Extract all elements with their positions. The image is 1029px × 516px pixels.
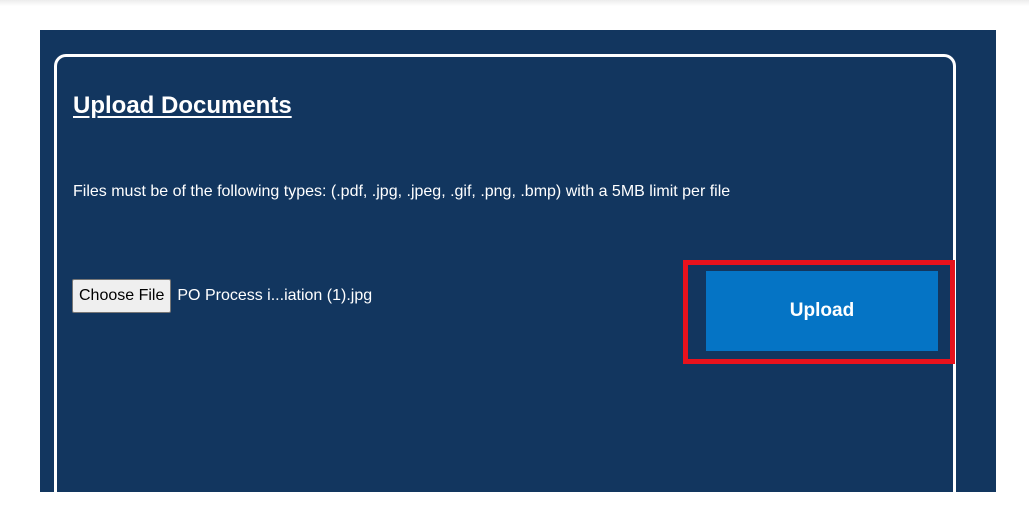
upload-button[interactable]: Upload [706, 271, 938, 351]
upload-panel: Upload Documents Files must be of the fo… [40, 30, 996, 514]
choose-file-button[interactable]: Choose File [72, 279, 172, 313]
file-type-description: Files must be of the following types: (.… [73, 183, 731, 200]
file-input-row: Choose File PO Process i...iation (1).jp… [72, 278, 372, 314]
page: Upload Documents Files must be of the fo… [0, 0, 1029, 516]
top-shade [0, 0, 1029, 6]
upload-title: Upload Documents [73, 92, 292, 119]
selected-file-name: PO Process i...iation (1).jpg [177, 287, 373, 304]
